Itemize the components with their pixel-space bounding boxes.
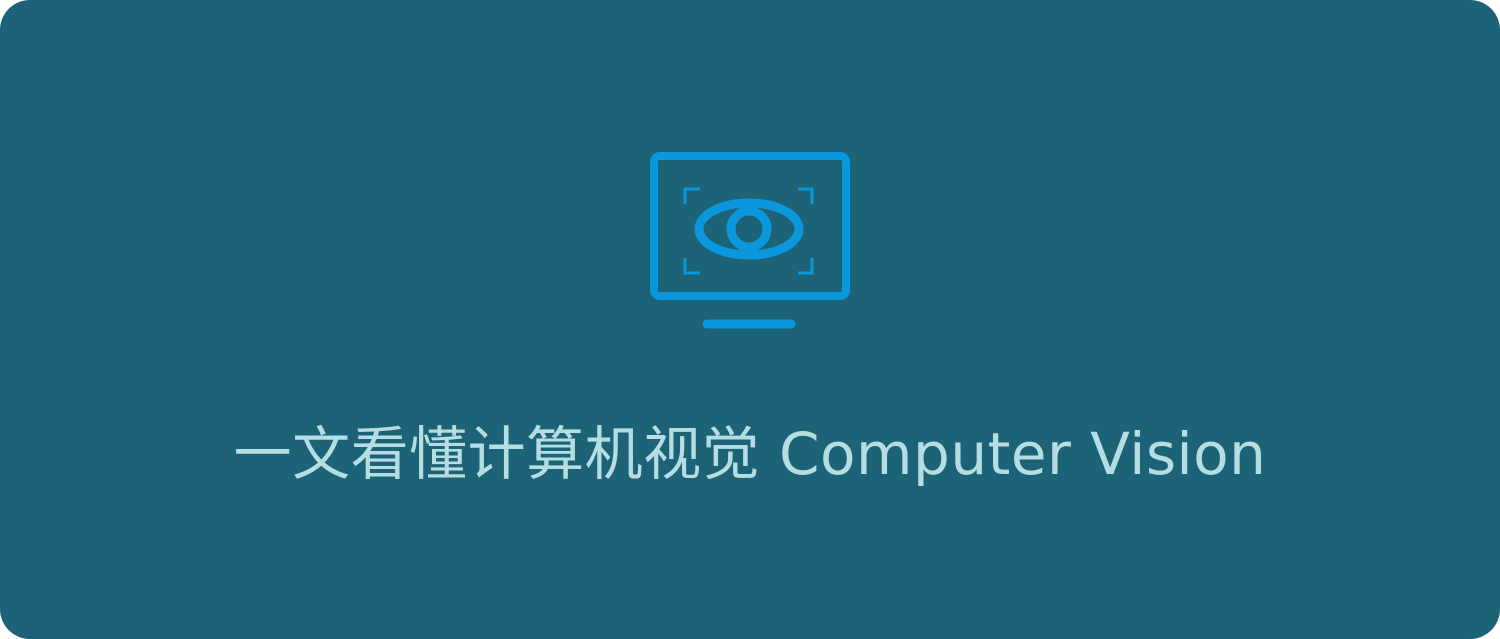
monitor-screen (650, 152, 850, 300)
eye-pupil (726, 206, 772, 252)
banner-title: 一文看懂计算机视觉 Computer Vision (233, 420, 1267, 488)
cover-banner: 一文看懂计算机视觉 Computer Vision (0, 0, 1500, 639)
monitor-eye-icon (650, 152, 850, 329)
